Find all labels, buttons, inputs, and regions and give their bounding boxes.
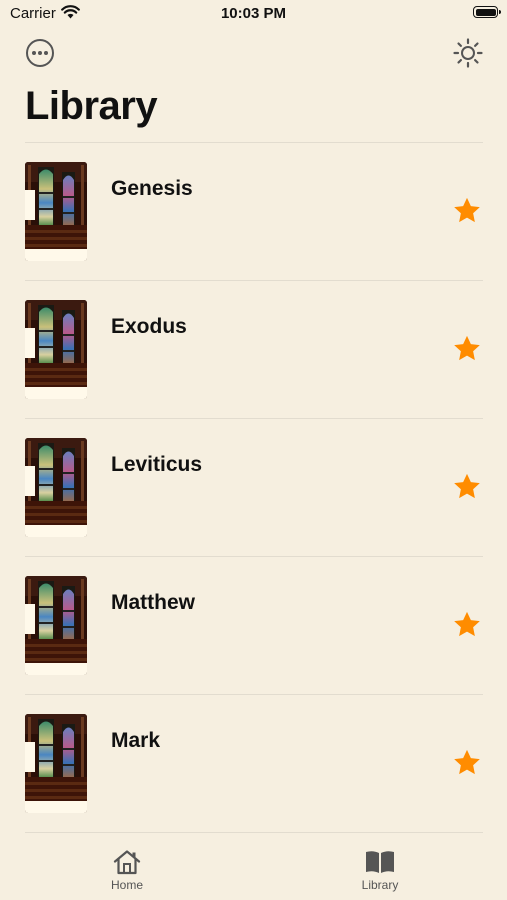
book-cover-image	[25, 576, 87, 675]
favorite-star-icon[interactable]	[451, 471, 483, 503]
book-cover-image	[25, 714, 87, 813]
page-title: Library	[25, 84, 158, 128]
tab-home-label: Home	[110, 878, 143, 892]
book-row-exodus[interactable]: Exodus	[25, 281, 483, 419]
book-cover-image	[25, 300, 87, 399]
favorite-star-icon[interactable]	[451, 333, 483, 365]
book-cover-image	[25, 438, 87, 537]
favorite-star-icon[interactable]	[451, 195, 483, 227]
book-icon	[366, 851, 394, 873]
book-title: Matthew	[111, 591, 195, 614]
book-row-matthew[interactable]: Matthew	[25, 557, 483, 695]
favorite-star-icon[interactable]	[451, 609, 483, 641]
book-row-leviticus[interactable]: Leviticus	[25, 419, 483, 557]
book-list: Genesis Exodus Leviticus Matthew Mark	[25, 142, 483, 833]
favorite-star-icon[interactable]	[451, 747, 483, 779]
tab-home[interactable]: Home	[67, 830, 187, 900]
book-title: Genesis	[111, 177, 193, 200]
tab-bar: Home Library	[0, 830, 507, 900]
battery-icon	[473, 6, 501, 18]
ellipsis-circle-icon	[26, 39, 54, 67]
appearance-button[interactable]	[452, 37, 484, 69]
clock: 10:03 PM	[220, 5, 287, 22]
house-icon	[113, 850, 141, 875]
book-title: Mark	[111, 729, 161, 752]
tab-library[interactable]: Library	[320, 830, 440, 900]
status-bar: Carrier 10:03 PM	[0, 0, 507, 28]
tab-library-label: Library	[361, 878, 399, 892]
book-row-mark[interactable]: Mark	[25, 695, 483, 833]
book-row-genesis[interactable]: Genesis	[25, 143, 483, 281]
book-title: Exodus	[111, 315, 187, 338]
more-options-button[interactable]	[25, 38, 55, 68]
book-title: Leviticus	[111, 453, 203, 476]
book-cover-image	[25, 162, 87, 261]
sun-icon	[453, 38, 483, 68]
